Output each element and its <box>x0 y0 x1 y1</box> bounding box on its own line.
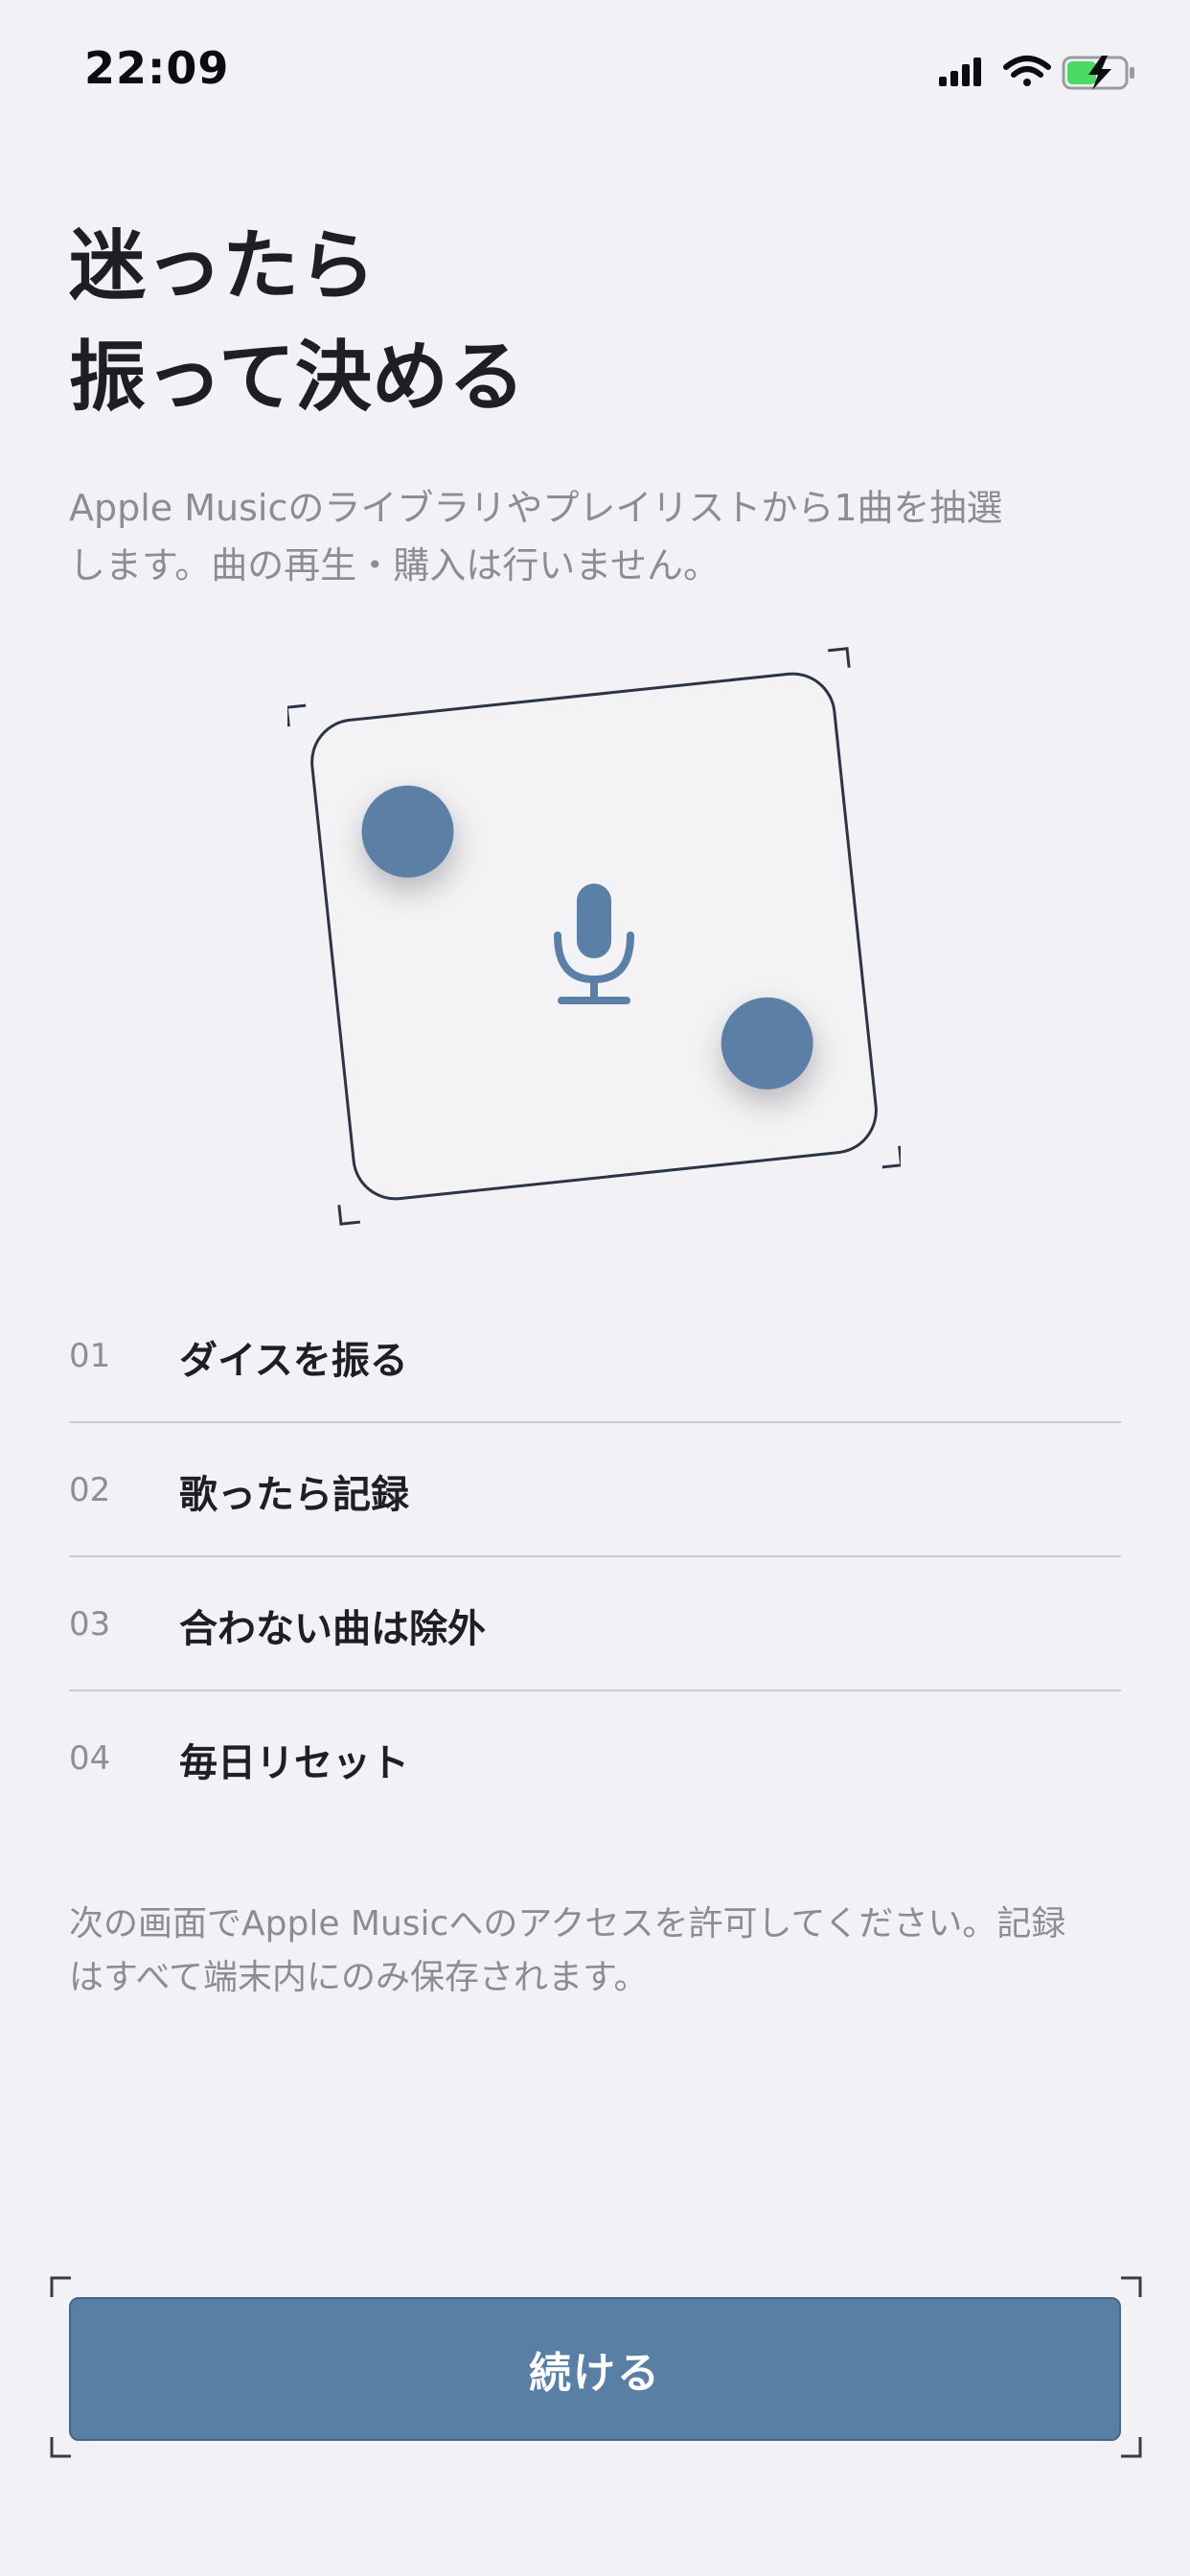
subtitle-line-1: Apple Musicのライブラリやプレイリストから1曲を抽選 <box>69 487 1003 529</box>
steps-list: 01 ダイスを振る 02 歌ったら記録 03 合わない曲は除外 04 毎日リセッ… <box>69 1289 1121 1824</box>
signal-icon <box>939 58 981 86</box>
title-line-1: 迷ったら <box>69 221 376 310</box>
list-item: 01 ダイスを振る <box>69 1289 1121 1423</box>
page-subtitle: Apple Musicのライブラリやプレイリストから1曲を抽選 します。曲の再生… <box>69 479 1123 594</box>
access-note: 次の画面でApple Musicへのアクセスを許可してください。記録 はすべて端… <box>69 1898 1123 2005</box>
continue-button-frame: 続ける <box>50 2276 1142 2458</box>
continue-button[interactable]: 続ける <box>69 2297 1121 2441</box>
status-bar: 22:09 <box>0 0 1190 134</box>
note-line-2: はすべて端末内にのみ保存されます。 <box>69 1958 649 1997</box>
list-item: 04 毎日リセット <box>69 1691 1121 1824</box>
note-line-1: 次の画面でApple Musicへのアクセスを許可してください。記録 <box>69 1904 1066 1944</box>
title-line-2: 振って決める <box>69 333 525 422</box>
dice-illustration <box>287 634 901 1248</box>
step-number: 01 <box>69 1337 111 1375</box>
step-number: 02 <box>69 1471 111 1509</box>
status-icons <box>939 56 1134 90</box>
page-title: 迷ったら 振って決める <box>69 211 1123 433</box>
step-label: 歌ったら記録 <box>179 1473 409 1517</box>
step-label: ダイスを振る <box>179 1339 408 1383</box>
wifi-icon <box>1003 56 1051 86</box>
step-label: 毎日リセット <box>179 1741 409 1785</box>
battery-charging-icon <box>1062 56 1134 90</box>
step-number: 03 <box>69 1605 111 1644</box>
step-number: 04 <box>69 1739 111 1778</box>
step-label: 合わない曲は除外 <box>179 1607 486 1651</box>
list-item: 03 合わない曲は除外 <box>69 1557 1121 1691</box>
list-item: 02 歌ったら記録 <box>69 1423 1121 1557</box>
status-time: 22:09 <box>84 42 230 94</box>
subtitle-line-2: します。曲の再生・購入は行いません。 <box>69 544 721 586</box>
